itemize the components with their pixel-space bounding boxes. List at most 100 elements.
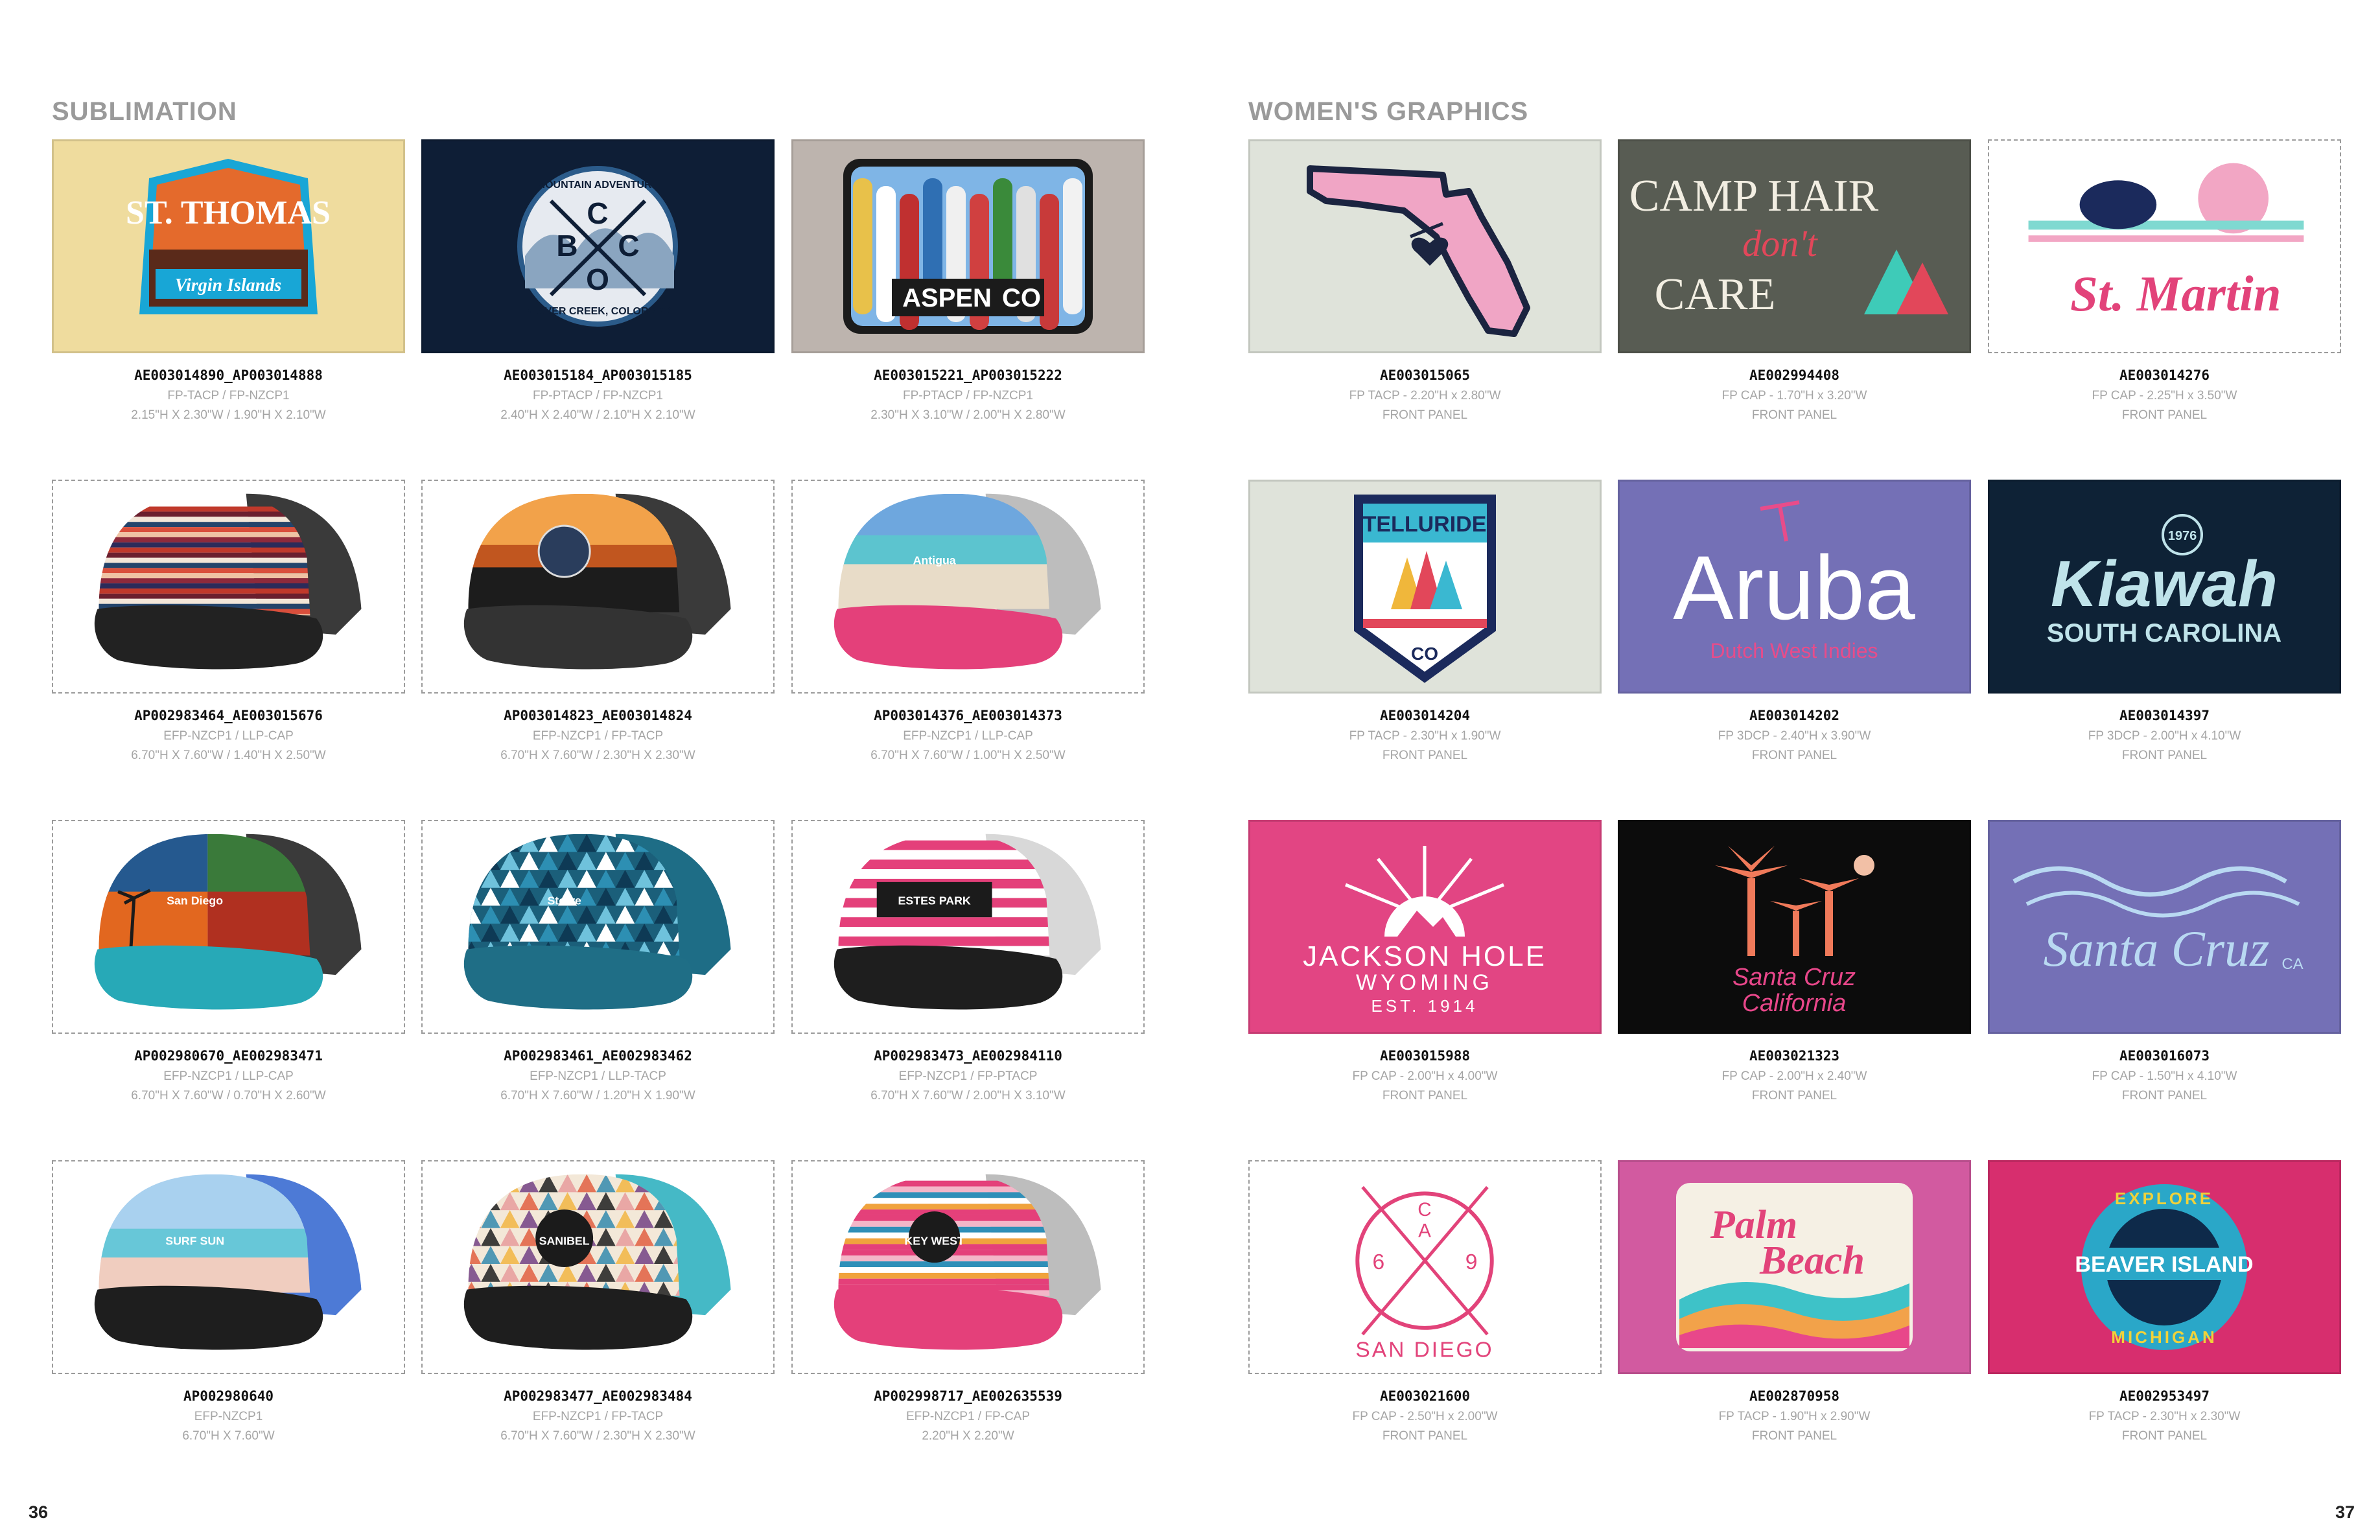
item-size-line: FRONT PANEL (1751, 408, 1838, 422)
item-size-line: FRONT PANEL (2121, 1089, 2208, 1102)
product-card: St. Martin AE003014276 FP CAP - 2.25"H x … (1988, 139, 2341, 444)
item-size-line: FRONT PANEL (1751, 1429, 1838, 1443)
item-size-line: 6.70"H X 7.60"W / 2.00"H X 3.10"W (870, 1089, 1066, 1102)
item-spec-line: FP-TACP / FP-NZCP1 (167, 389, 290, 402)
graphic-swatch (1248, 139, 1602, 353)
product-card: SANIBEL AP002983477_AE002983484 EFP-NZCP1… (421, 1160, 775, 1465)
item-spec-line: EFP-NZCP1 (194, 1410, 263, 1423)
product-card: SURF SUN AP002980640 EFP-NZCP1 6.70"H X 7.… (52, 1160, 405, 1465)
cap-image: KEY WEST (791, 1160, 1145, 1374)
graphic-text: MOUNTAIN ADVENTURE (537, 180, 659, 191)
compass-letter: 9 (1465, 1250, 1478, 1274)
product-card: C A 6 9 SAN DIEGO AE003021600 FP CAP - 2.… (1248, 1160, 1602, 1465)
item-size-line: FRONT PANEL (2121, 749, 2208, 762)
graphic-swatch: C A 6 9 SAN DIEGO (1248, 1160, 1602, 1374)
item-size-line: 6.70"H X 7.60"W / 0.70"H X 2.60"W (131, 1089, 326, 1102)
badge-letter: B (556, 229, 578, 262)
item-spec-line: FP CAP - 2.00"H x 4.00"W (1352, 1069, 1498, 1083)
product-card: ST. THOMAS Virgin Islands AE003014890_AP… (52, 139, 405, 444)
item-size-line: FRONT PANEL (1382, 749, 1468, 762)
graphic-text: EST. 1914 (1371, 996, 1478, 1016)
graphic-text: ST. THOMAS (126, 194, 331, 231)
item-spec-line: EFP-NZCP1 / FP-TACP (532, 1410, 664, 1423)
graphic-text: CO (1411, 644, 1438, 664)
item-code: AE003015184_AP003015185 (504, 368, 692, 383)
product-card: TELLURIDE CO AE003014204 FP TACP - 2.30"H… (1248, 480, 1602, 784)
item-code: AE003015221_AP003015222 (874, 368, 1062, 383)
cap-patch-text: SURF SUN (165, 1234, 224, 1247)
product-card: ASPEN CO AE003015221_AP003015222 FP-PTACP… (791, 139, 1145, 444)
item-spec-line: FP CAP - 1.50"H x 4.10"W (2092, 1069, 2237, 1083)
product-card: Santa Cruz California AE003021323 FP CAP … (1618, 820, 1971, 1125)
graphic-text: St. Martin (2070, 266, 2281, 321)
item-size-line: 6.70"H X 7.60"W (182, 1429, 275, 1443)
item-size-line: 6.70"H X 7.60"W / 2.30"H X 2.30"W (500, 1429, 695, 1443)
badge-letter: C (587, 196, 608, 230)
product-card: Stowe AP002983461_AE002983462 EFP-NZCP1 /… (421, 820, 775, 1125)
item-size-line: 6.70"H X 7.60"W / 1.40"H X 2.50"W (131, 749, 326, 762)
item-code: AP003014823_AE003014824 (504, 708, 692, 723)
item-spec-line: FP CAP - 2.25"H x 3.50"W (2092, 389, 2237, 402)
palm-trees-icon (1715, 846, 1859, 956)
item-code: AE002953497 (2119, 1388, 2210, 1404)
graphic-text: BEAVER CREEK, COLORADO (524, 306, 671, 317)
item-spec-line: FP-PTACP / FP-NZCP1 (903, 389, 1033, 402)
badge-letter: O (586, 262, 609, 296)
item-spec-line: FP TACP - 2.30"H x 2.30"W (2088, 1410, 2241, 1423)
item-code: AE003014890_AP003014888 (134, 368, 323, 383)
product-card: Antigua AP003014376_AE003014373 EFP-NZCP1… (791, 480, 1145, 784)
cap-patch-text: San Diego (167, 894, 223, 907)
item-size-line: 2.40"H X 2.40"W / 2.10"H X 2.10"W (500, 408, 695, 422)
graphic-swatch: St. Martin (1988, 139, 2341, 353)
item-spec-line: EFP-NZCP1 / FP-PTACP (898, 1069, 1038, 1083)
item-size-line: FRONT PANEL (1751, 1089, 1838, 1102)
item-spec-line: FP CAP - 2.50"H x 2.00"W (1352, 1410, 1498, 1423)
cap-bill (94, 945, 323, 1010)
item-spec-line: FP-PTACP / FP-NZCP1 (533, 389, 663, 402)
graphic-text: Dutch West Indies (1710, 639, 1878, 662)
item-spec-line: EFP-NZCP1 / LLP-TACP (530, 1069, 666, 1083)
item-code: AP002980640 (183, 1388, 274, 1404)
graphic-text: CO (1002, 284, 1041, 312)
graphic-text: CAMP HAIR (1629, 171, 1879, 221)
item-spec-line: FP CAP - 1.70"H x 3.20"W (1721, 389, 1867, 402)
item-spec-line: FP TACP - 2.20"H x 2.80"W (1349, 389, 1501, 402)
graphic-text: Virgin Islands (175, 275, 281, 296)
graphic-text: TELLURIDE (1363, 512, 1487, 537)
cap-patch-text: KEY WEST (904, 1234, 964, 1247)
cap-bill (463, 605, 693, 670)
graphic-swatch: JACKSON HOLE WYOMING EST. 1914 (1248, 820, 1602, 1034)
product-card: Aruba Dutch West Indies AE003014202 FP 3D… (1618, 480, 1971, 784)
graphic-text: CA (2281, 955, 2303, 973)
item-code: AP002983473_AE002984110 (874, 1048, 1062, 1064)
cap-image: Antigua (791, 480, 1145, 694)
item-spec-line: EFP-NZCP1 / LLP-CAP (163, 1069, 294, 1083)
graphic-text: BEAVER ISLAND (2075, 1252, 2253, 1277)
item-code: AE002870958 (1749, 1388, 1840, 1404)
cap-patch-text: Stowe (547, 894, 581, 907)
graphic-text: JACKSON HOLE (1303, 940, 1546, 972)
product-card: San Diego AP002980670_AE002983471 EFP-NZC… (52, 820, 405, 1125)
item-code: AP003014376_AE003014373 (874, 708, 1062, 723)
item-code: AP002998717_AE002635539 (874, 1388, 1062, 1404)
cap-image: San Diego (52, 820, 405, 1034)
section-title-womens-graphics: WOMEN'S GRAPHICS (1248, 97, 1529, 126)
item-code: AE003016073 (2119, 1048, 2210, 1064)
cap-bill (834, 1285, 1063, 1350)
compass-letter: 6 (1373, 1250, 1385, 1274)
item-code: AP002980670_AE002983471 (134, 1048, 323, 1064)
item-size-line: FRONT PANEL (1382, 408, 1468, 422)
item-spec-line: FP 3DCP - 2.00"H x 4.10"W (2088, 729, 2241, 743)
cap-patch-text: ESTES PARK (898, 894, 971, 907)
section-title-sublimation: SUBLIMATION (52, 97, 237, 126)
product-card: Santa Cruz CA AE003016073 FP CAP - 1.50"H… (1988, 820, 2341, 1125)
cap-bill (834, 945, 1063, 1010)
product-card: 1976 Kiawah SOUTH CAROLINA AE003014397 FP… (1988, 480, 2341, 784)
graphic-text: Kiawah (2051, 548, 2278, 620)
item-size-line: FRONT PANEL (2121, 408, 2208, 422)
item-code: AE003021600 (1379, 1388, 1471, 1404)
item-spec-line: FP TACP - 2.30"H x 1.90"W (1349, 729, 1501, 743)
graphic-swatch: TELLURIDE CO (1248, 480, 1602, 694)
badge-letter: C (618, 229, 639, 262)
cap-bill (463, 1285, 693, 1350)
